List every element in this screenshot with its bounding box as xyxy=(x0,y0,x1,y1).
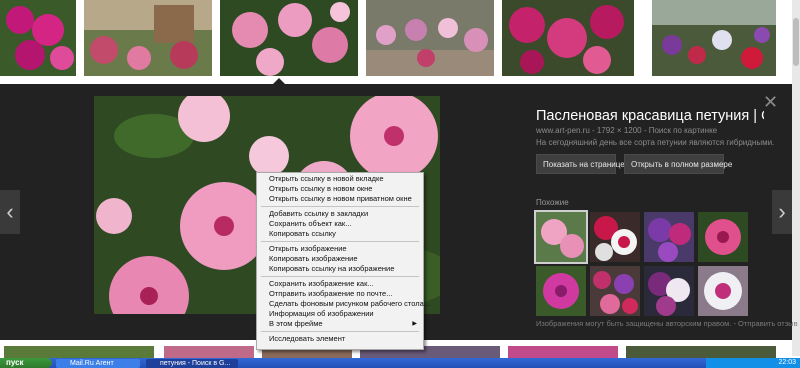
close-icon[interactable]: ✕ xyxy=(763,92,778,113)
thumbnail-3-selected[interactable] xyxy=(218,0,360,78)
clock: 22:03 xyxy=(778,359,796,366)
context-menu-item[interactable]: Копировать ссылку на изображение xyxy=(257,264,423,274)
thumbnail-5[interactable] xyxy=(502,0,634,76)
context-menu-item[interactable]: В этом фрейме ▶ xyxy=(257,319,423,329)
system-tray: 22:03 xyxy=(706,358,800,368)
context-menu-separator xyxy=(261,276,419,277)
context-menu-item[interactable]: Открыть ссылку в новом приватном окне xyxy=(257,194,423,204)
full-size-button[interactable]: Открыть в полном размере xyxy=(624,154,732,174)
context-menu-item[interactable]: Информация об изображении xyxy=(257,309,423,319)
similar-image-8[interactable] xyxy=(698,266,748,316)
context-menu-item[interactable]: Открыть ссылку в новой вкладке xyxy=(257,174,423,184)
thumbnail-6[interactable] xyxy=(652,0,776,76)
context-menu-item[interactable]: Сохранить изображение как... xyxy=(257,279,423,289)
context-menu-separator xyxy=(261,206,419,207)
context-menu-item[interactable]: Добавить ссылку в закладки xyxy=(257,209,423,219)
page-scrollbar[interactable] xyxy=(792,0,800,356)
similar-image-2[interactable] xyxy=(590,212,640,262)
taskbar-item-mailru[interactable]: Mail.Ru Агент xyxy=(56,359,140,368)
copyright-notice[interactable]: Изображения могут быть защищены авторски… xyxy=(536,319,798,328)
similar-image-6[interactable] xyxy=(590,266,640,316)
context-menu-item[interactable]: Открыть ссылку в новом окне xyxy=(257,184,423,194)
thumbnail-strip-top xyxy=(0,0,800,84)
similar-images-label: Похожие xyxy=(536,198,569,207)
thumbnail-4[interactable] xyxy=(366,0,494,76)
context-menu-separator xyxy=(261,331,419,332)
context-menu-item[interactable]: Исследовать элемент xyxy=(257,334,423,344)
context-menu-item[interactable]: Сохранить объект как... xyxy=(257,219,423,229)
context-menu-item[interactable]: Сделать фоновым рисунком рабочего стола.… xyxy=(257,299,430,309)
visit-page-button[interactable]: Показать на странице xyxy=(536,154,625,174)
context-menu-item[interactable]: Копировать ссылку xyxy=(257,229,423,239)
similar-image-3[interactable] xyxy=(644,212,694,262)
thumbnail-2[interactable] xyxy=(84,0,212,76)
similar-image-5[interactable] xyxy=(536,266,586,316)
start-button[interactable]: пуск xyxy=(0,358,52,368)
preview-description: На сегодняшний день все сорта петунии яв… xyxy=(536,138,775,147)
similar-image-1[interactable] xyxy=(534,210,588,264)
next-image-button[interactable]: › xyxy=(772,190,792,234)
context-menu-item[interactable]: Открыть изображение xyxy=(257,244,423,254)
submenu-arrow-icon: ▶ xyxy=(412,321,417,327)
taskbar-item-browser[interactable]: петуния - Поиск в G... xyxy=(146,359,238,368)
previous-image-button[interactable]: ‹ xyxy=(0,190,20,234)
context-menu-separator xyxy=(261,241,419,242)
windows-taskbar: пуск Mail.Ru Агент петуния - Поиск в G..… xyxy=(0,358,800,368)
thumbnail-1[interactable] xyxy=(0,0,76,76)
scrollbar-thumb[interactable] xyxy=(793,18,799,66)
preview-title[interactable]: Пасленовая красавица петуния | О... xyxy=(536,108,764,124)
context-menu-item[interactable]: Копировать изображение xyxy=(257,254,423,264)
context-menu: Открыть ссылку в новой вкладке Открыть сс… xyxy=(256,172,430,350)
similar-image-7[interactable] xyxy=(644,266,694,316)
preview-source[interactable]: www.art-pen.ru - 1792 × 1200 - Поиск по … xyxy=(536,126,717,135)
context-menu-item[interactable]: Отправить изображение по почте... xyxy=(257,289,423,299)
similar-image-4[interactable] xyxy=(698,212,748,262)
